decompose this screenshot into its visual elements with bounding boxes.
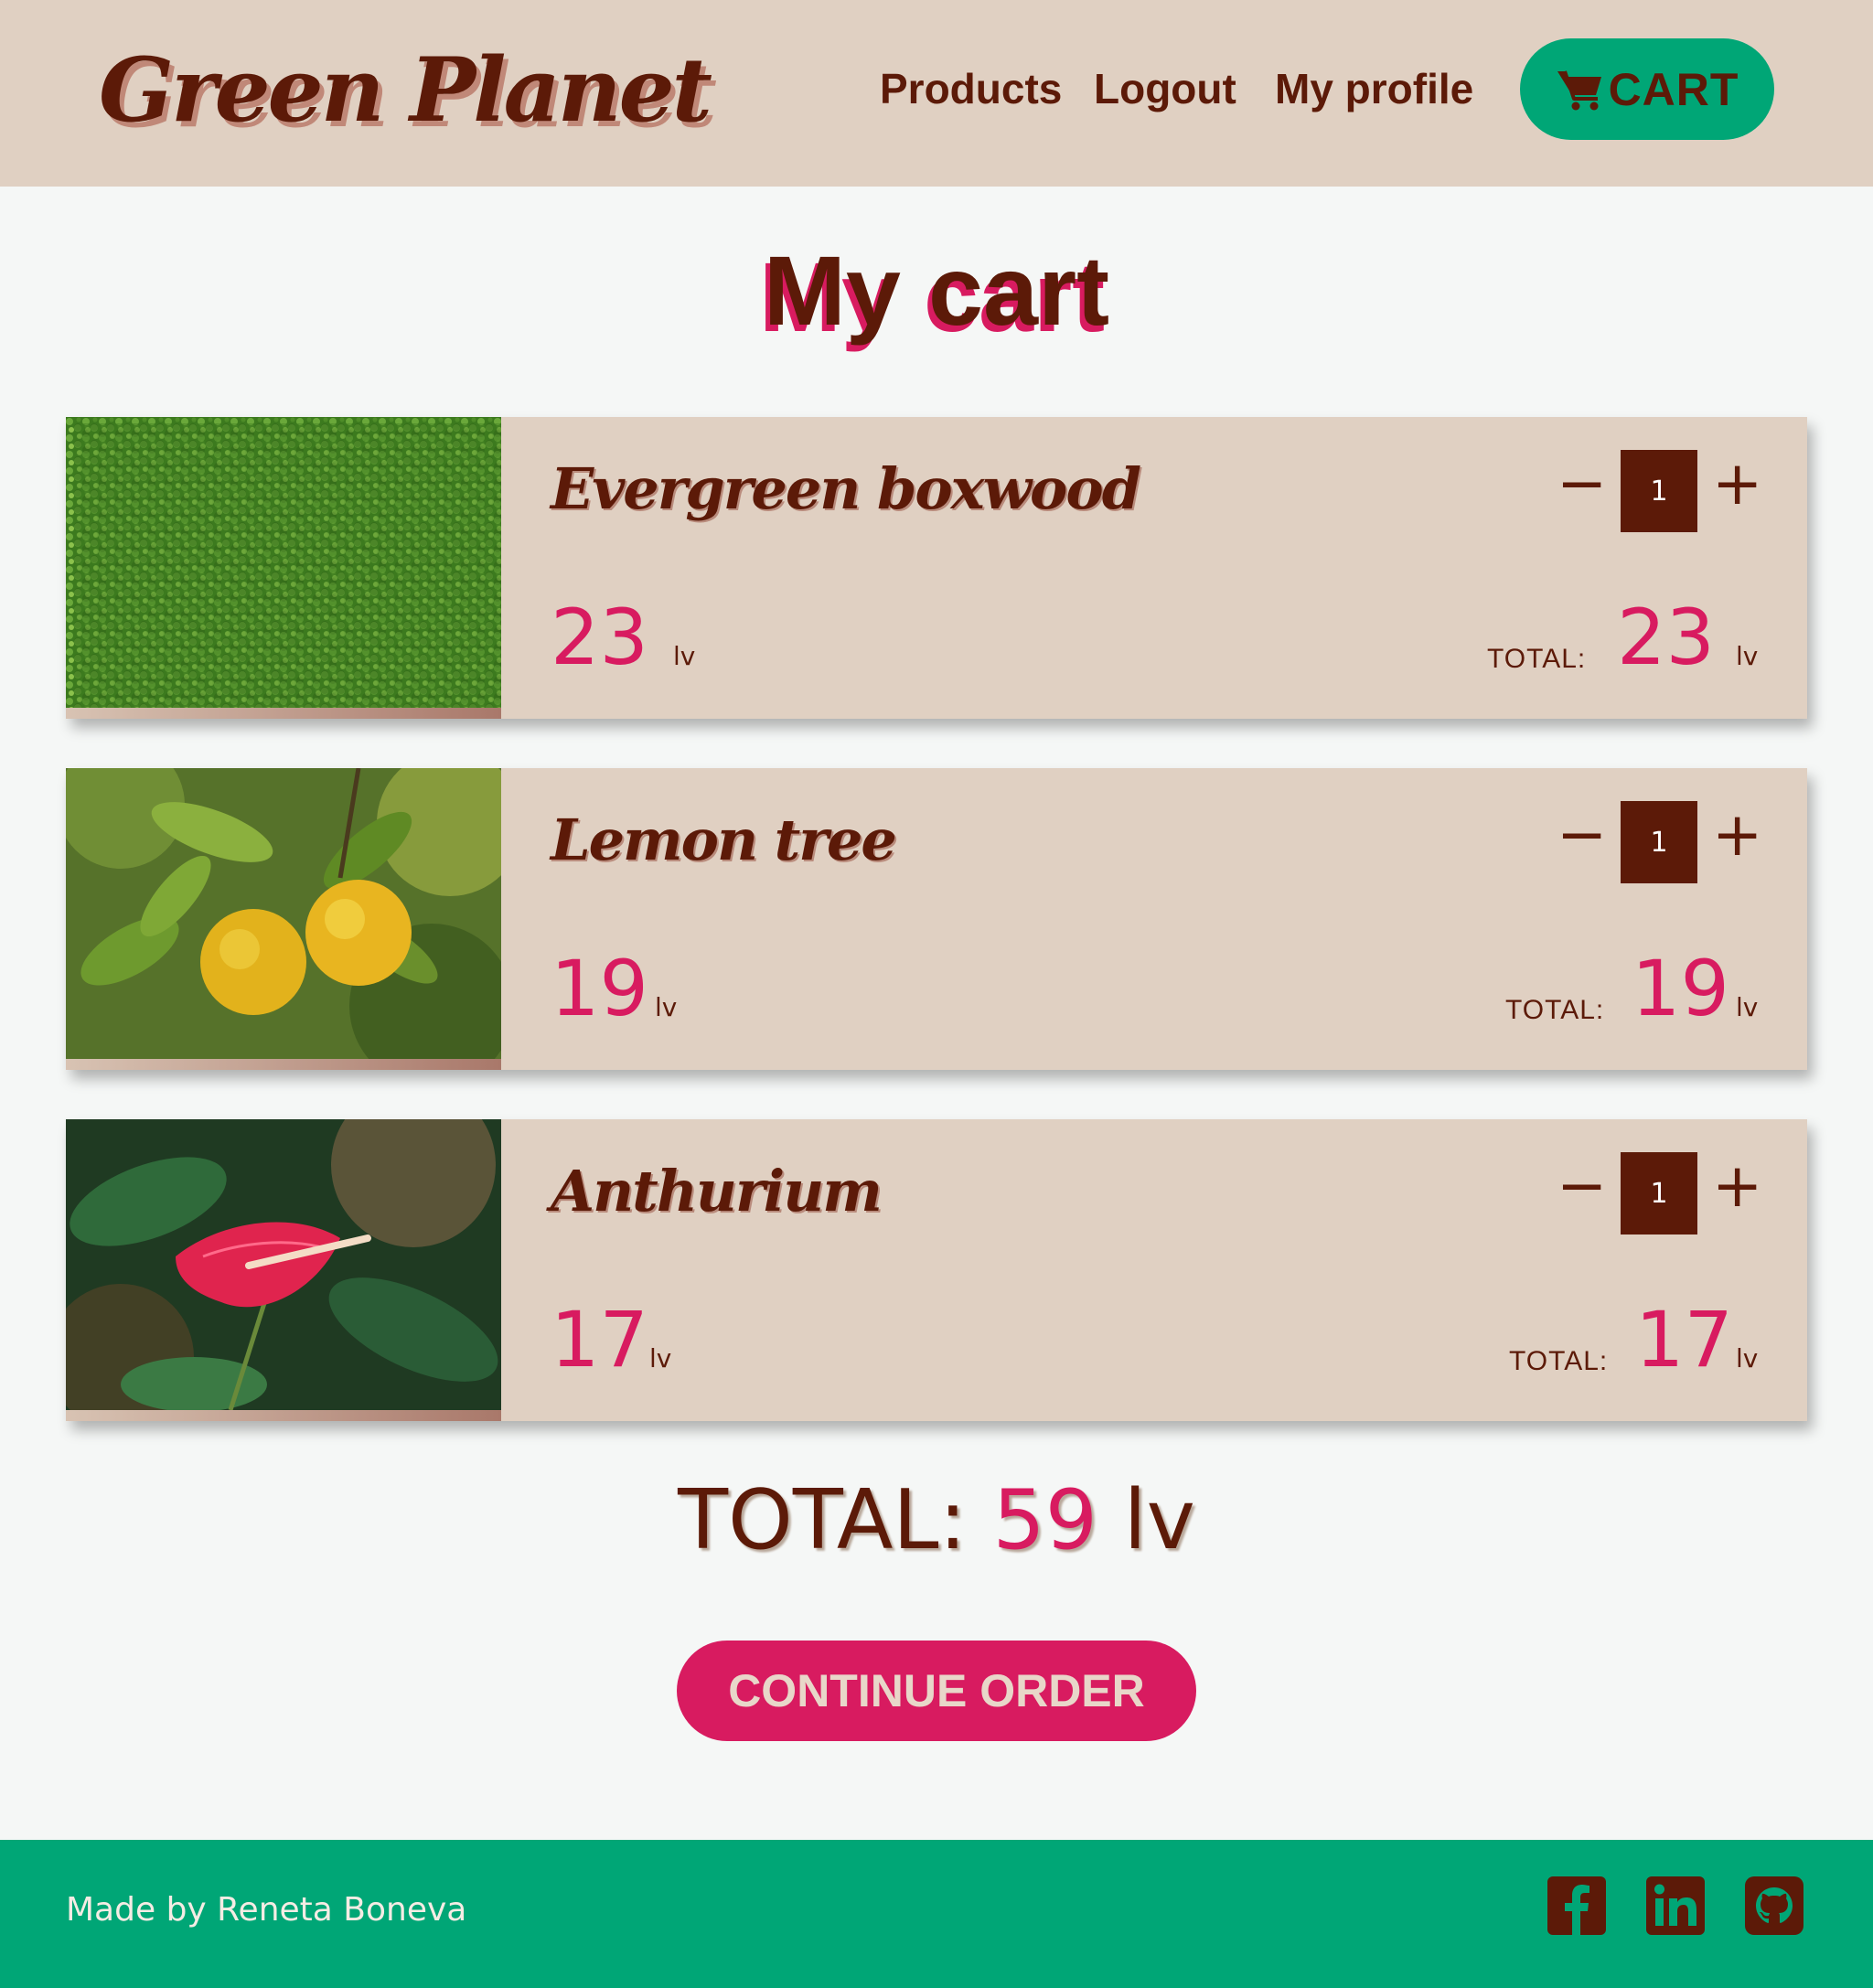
nav-products-link[interactable]: Products [880,64,1062,113]
product-image-lemon-tree [66,768,501,1059]
nav-profile-link[interactable]: My profile [1275,64,1473,113]
decrease-quantity-button[interactable]: − [1557,1156,1607,1216]
item-total-value: 23 [1617,593,1715,682]
quantity-value[interactable]: 1 [1621,450,1697,532]
item-total-unit: lv [1736,641,1759,671]
continue-order-button[interactable]: CONTINUE ORDER [677,1641,1196,1741]
cart-item: Evergreen boxwood − 1 + 23 lv TOTAL: 23 … [66,417,1807,719]
image-underline [66,1059,501,1070]
grand-total-label: TOTAL: [678,1472,967,1568]
item-total-label: TOTAL: [1487,644,1587,674]
image-underline [66,708,501,719]
cart-grand-total: TOTAL: 59 lv [0,1472,1873,1568]
product-name: Anthurium [551,1158,883,1224]
item-total-unit: lv [1736,1343,1759,1373]
grand-total-unit: lv [1123,1472,1195,1568]
cart-item: Anthurium − 1 + 17 lv TOTAL: 17 lv [66,1119,1807,1421]
price-unit: lv [649,1343,672,1373]
site-header: Green Planet Products Logout My profile … [0,0,1873,187]
increase-quantity-button[interactable]: + [1712,805,1762,865]
item-total-label: TOTAL: [1505,995,1605,1025]
increase-quantity-button[interactable]: + [1712,454,1762,514]
quantity-value[interactable]: 1 [1621,801,1697,883]
item-total-unit: lv [1736,992,1759,1022]
cart-button-label: CART [1608,63,1739,115]
product-image-anthurium [66,1119,501,1410]
product-image-boxwood [66,417,501,708]
cart-button[interactable]: CART [1520,38,1774,140]
price-unit: lv [673,641,696,671]
cart-item: Lemon tree − 1 + 19 lv TOTAL: 19 lv [66,768,1807,1070]
linkedin-icon[interactable] [1646,1876,1705,1935]
decrease-quantity-button[interactable]: − [1557,805,1607,865]
decrease-quantity-button[interactable]: − [1557,454,1607,514]
quantity-value[interactable]: 1 [1621,1152,1697,1234]
item-total-value: 19 [1632,944,1729,1033]
image-underline [66,1410,501,1421]
site-footer: Made by Reneta Boneva [0,1840,1873,1988]
page-title: My cart [763,235,1110,346]
price-unit: lv [655,992,678,1022]
product-price: 19 [551,944,648,1033]
product-price: 23 [551,593,648,682]
nav-logout-link[interactable]: Logout [1094,64,1236,113]
product-name: Evergreen boxwood [551,455,1141,522]
cart-icon [1557,69,1601,110]
site-logo[interactable]: Green Planet [99,38,712,142]
footer-credit: Made by Reneta Boneva [66,1891,467,1929]
item-total-label: TOTAL: [1509,1346,1609,1376]
facebook-icon[interactable] [1547,1876,1606,1935]
increase-quantity-button[interactable]: + [1712,1156,1762,1216]
product-price: 17 [551,1295,648,1384]
product-name: Lemon tree [551,807,897,873]
item-total-value: 17 [1635,1295,1733,1384]
grand-total-amount: 59 [992,1472,1098,1568]
github-icon[interactable] [1745,1876,1803,1935]
